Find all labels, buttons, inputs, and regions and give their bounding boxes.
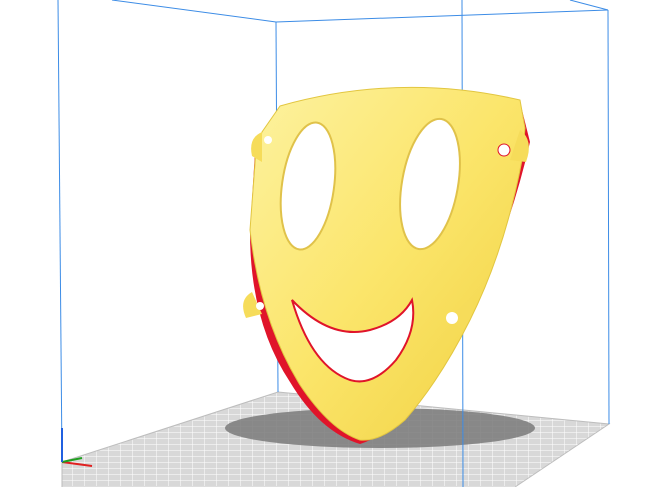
left-strap-hole-upper: [264, 136, 272, 144]
right-strap-hole-lower: [446, 312, 458, 324]
3d-viewport[interactable]: [0, 0, 649, 487]
left-strap-tab-upper: [251, 132, 262, 162]
scene-canvas[interactable]: [0, 0, 649, 487]
left-strap-hole-lower: [256, 302, 264, 310]
smiley-mask-model[interactable]: [243, 86, 530, 445]
mask-body: [249, 86, 526, 441]
right-strap-hole-upper: [497, 143, 511, 157]
